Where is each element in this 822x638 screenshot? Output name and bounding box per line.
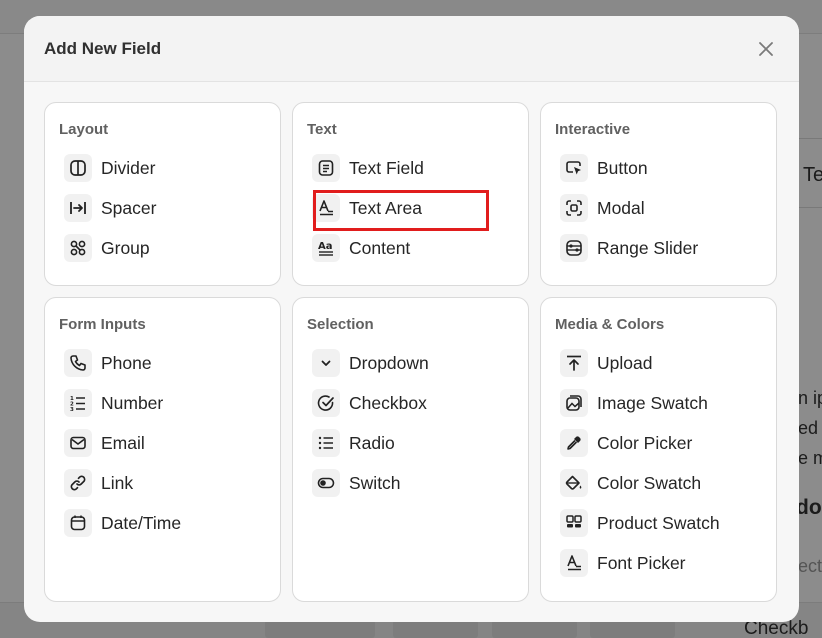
- group-layout: Layout Divider Spacer Group: [44, 102, 281, 286]
- group-title: Text: [307, 121, 337, 138]
- close-icon: [759, 41, 773, 56]
- phone-icon: [64, 349, 92, 377]
- group-form-inputs: Form Inputs Phone 123 Number Email Link …: [44, 297, 281, 602]
- text-field-icon: [312, 154, 340, 182]
- field-option-product-swatch[interactable]: Product Swatch: [555, 503, 762, 543]
- field-option-range-slider[interactable]: Range Slider: [555, 228, 762, 268]
- eyedropper-icon: [560, 429, 588, 457]
- svg-text:Aa: Aa: [318, 241, 333, 252]
- number-list-icon: 123: [64, 389, 92, 417]
- field-option-label: Dropdown: [349, 352, 429, 373]
- radio-list-icon: [312, 429, 340, 457]
- group-icon: [64, 234, 92, 262]
- svg-text:3: 3: [70, 407, 74, 412]
- group-interactive: Interactive Button Modal Range Slider: [540, 102, 777, 286]
- field-option-phone[interactable]: Phone: [59, 343, 266, 383]
- field-option-label: Checkbox: [349, 392, 427, 413]
- field-option-label: Range Slider: [597, 237, 699, 258]
- field-option-label: Date/Time: [101, 512, 182, 533]
- field-option-label: Modal: [597, 197, 645, 218]
- field-option-label: Image Swatch: [597, 392, 708, 413]
- range-slider-icon: [560, 234, 588, 262]
- field-option-text-area[interactable]: Text Area: [307, 188, 514, 231]
- modal-icon: [560, 194, 588, 222]
- field-option-label: Text Field: [349, 157, 424, 178]
- field-option-number[interactable]: 123 Number: [59, 383, 266, 423]
- field-option-dropdown[interactable]: Dropdown: [307, 343, 514, 383]
- field-option-modal[interactable]: Modal: [555, 188, 762, 228]
- field-option-label: Divider: [101, 157, 156, 178]
- field-option-upload[interactable]: Upload: [555, 343, 762, 383]
- field-option-date-time[interactable]: Date/Time: [59, 503, 266, 543]
- field-option-label: Email: [101, 432, 145, 453]
- group-title: Interactive: [555, 121, 631, 138]
- field-option-label: Font Picker: [597, 552, 686, 573]
- chevron-down-icon: [312, 349, 340, 377]
- group-title: Layout: [59, 121, 109, 138]
- field-groups-grid: Layout Divider Spacer Group Text Text Fi…: [44, 102, 778, 602]
- field-option-label: Content: [349, 237, 411, 258]
- check-circle-icon: [312, 389, 340, 417]
- field-option-label: Text Area: [349, 197, 422, 218]
- field-option-spacer[interactable]: Spacer: [59, 188, 266, 228]
- calendar-icon: [64, 509, 92, 537]
- field-option-label: Radio: [349, 432, 395, 453]
- field-option-label: Group: [101, 237, 150, 258]
- group-title: Selection: [307, 316, 374, 333]
- add-field-modal: Add New Field Layout Divider Spacer Grou…: [24, 16, 799, 622]
- field-option-label: Link: [101, 472, 134, 493]
- field-option-text-field[interactable]: Text Field: [307, 148, 514, 188]
- upload-icon: [560, 349, 588, 377]
- field-option-label: Phone: [101, 352, 152, 373]
- field-option-link[interactable]: Link: [59, 463, 266, 503]
- field-option-label: Color Picker: [597, 432, 693, 453]
- field-option-button[interactable]: Button: [555, 148, 762, 188]
- font-picker-icon: [560, 549, 588, 577]
- field-option-label: Number: [101, 392, 164, 413]
- content-icon: Aa: [312, 234, 340, 262]
- modal-title: Add New Field: [44, 38, 162, 58]
- field-option-radio[interactable]: Radio: [307, 423, 514, 463]
- group-selection: Selection Dropdown Checkbox Radio Switch: [292, 297, 529, 602]
- button-cursor-icon: [560, 154, 588, 182]
- field-option-checkbox[interactable]: Checkbox: [307, 383, 514, 423]
- group-title: Media & Colors: [555, 316, 665, 333]
- field-option-label: Color Swatch: [597, 472, 702, 493]
- email-icon: [64, 429, 92, 457]
- field-option-label: Product Swatch: [597, 512, 720, 533]
- product-swatch-icon: [560, 509, 588, 537]
- field-option-divider[interactable]: Divider: [59, 148, 266, 188]
- modal-header: Add New Field: [24, 16, 799, 82]
- close-button[interactable]: [753, 36, 779, 62]
- field-option-label: Button: [597, 157, 648, 178]
- field-option-label: Spacer: [101, 197, 157, 218]
- field-option-image-swatch[interactable]: Image Swatch: [555, 383, 762, 423]
- field-option-label: Switch: [349, 472, 401, 493]
- paint-bucket-icon: [560, 469, 588, 497]
- field-option-color-swatch[interactable]: Color Swatch: [555, 463, 762, 503]
- image-swatch-icon: [560, 389, 588, 417]
- text-area-icon: [312, 194, 340, 222]
- spacer-icon: [64, 194, 92, 222]
- link-icon: [64, 469, 92, 497]
- field-option-email[interactable]: Email: [59, 423, 266, 463]
- divider-icon: [64, 154, 92, 182]
- field-option-color-picker[interactable]: Color Picker: [555, 423, 762, 463]
- group-title: Form Inputs: [59, 316, 146, 333]
- field-option-content[interactable]: Aa Content: [307, 228, 514, 268]
- toggle-icon: [312, 469, 340, 497]
- group-media-colors: Media & Colors Upload Image Swatch Color…: [540, 297, 777, 602]
- field-option-font-picker[interactable]: Font Picker: [555, 543, 762, 583]
- field-option-group[interactable]: Group: [59, 228, 266, 268]
- group-text: Text Text Field Text Area Aa Content: [292, 102, 529, 286]
- field-option-switch[interactable]: Switch: [307, 463, 514, 503]
- field-option-label: Upload: [597, 352, 653, 373]
